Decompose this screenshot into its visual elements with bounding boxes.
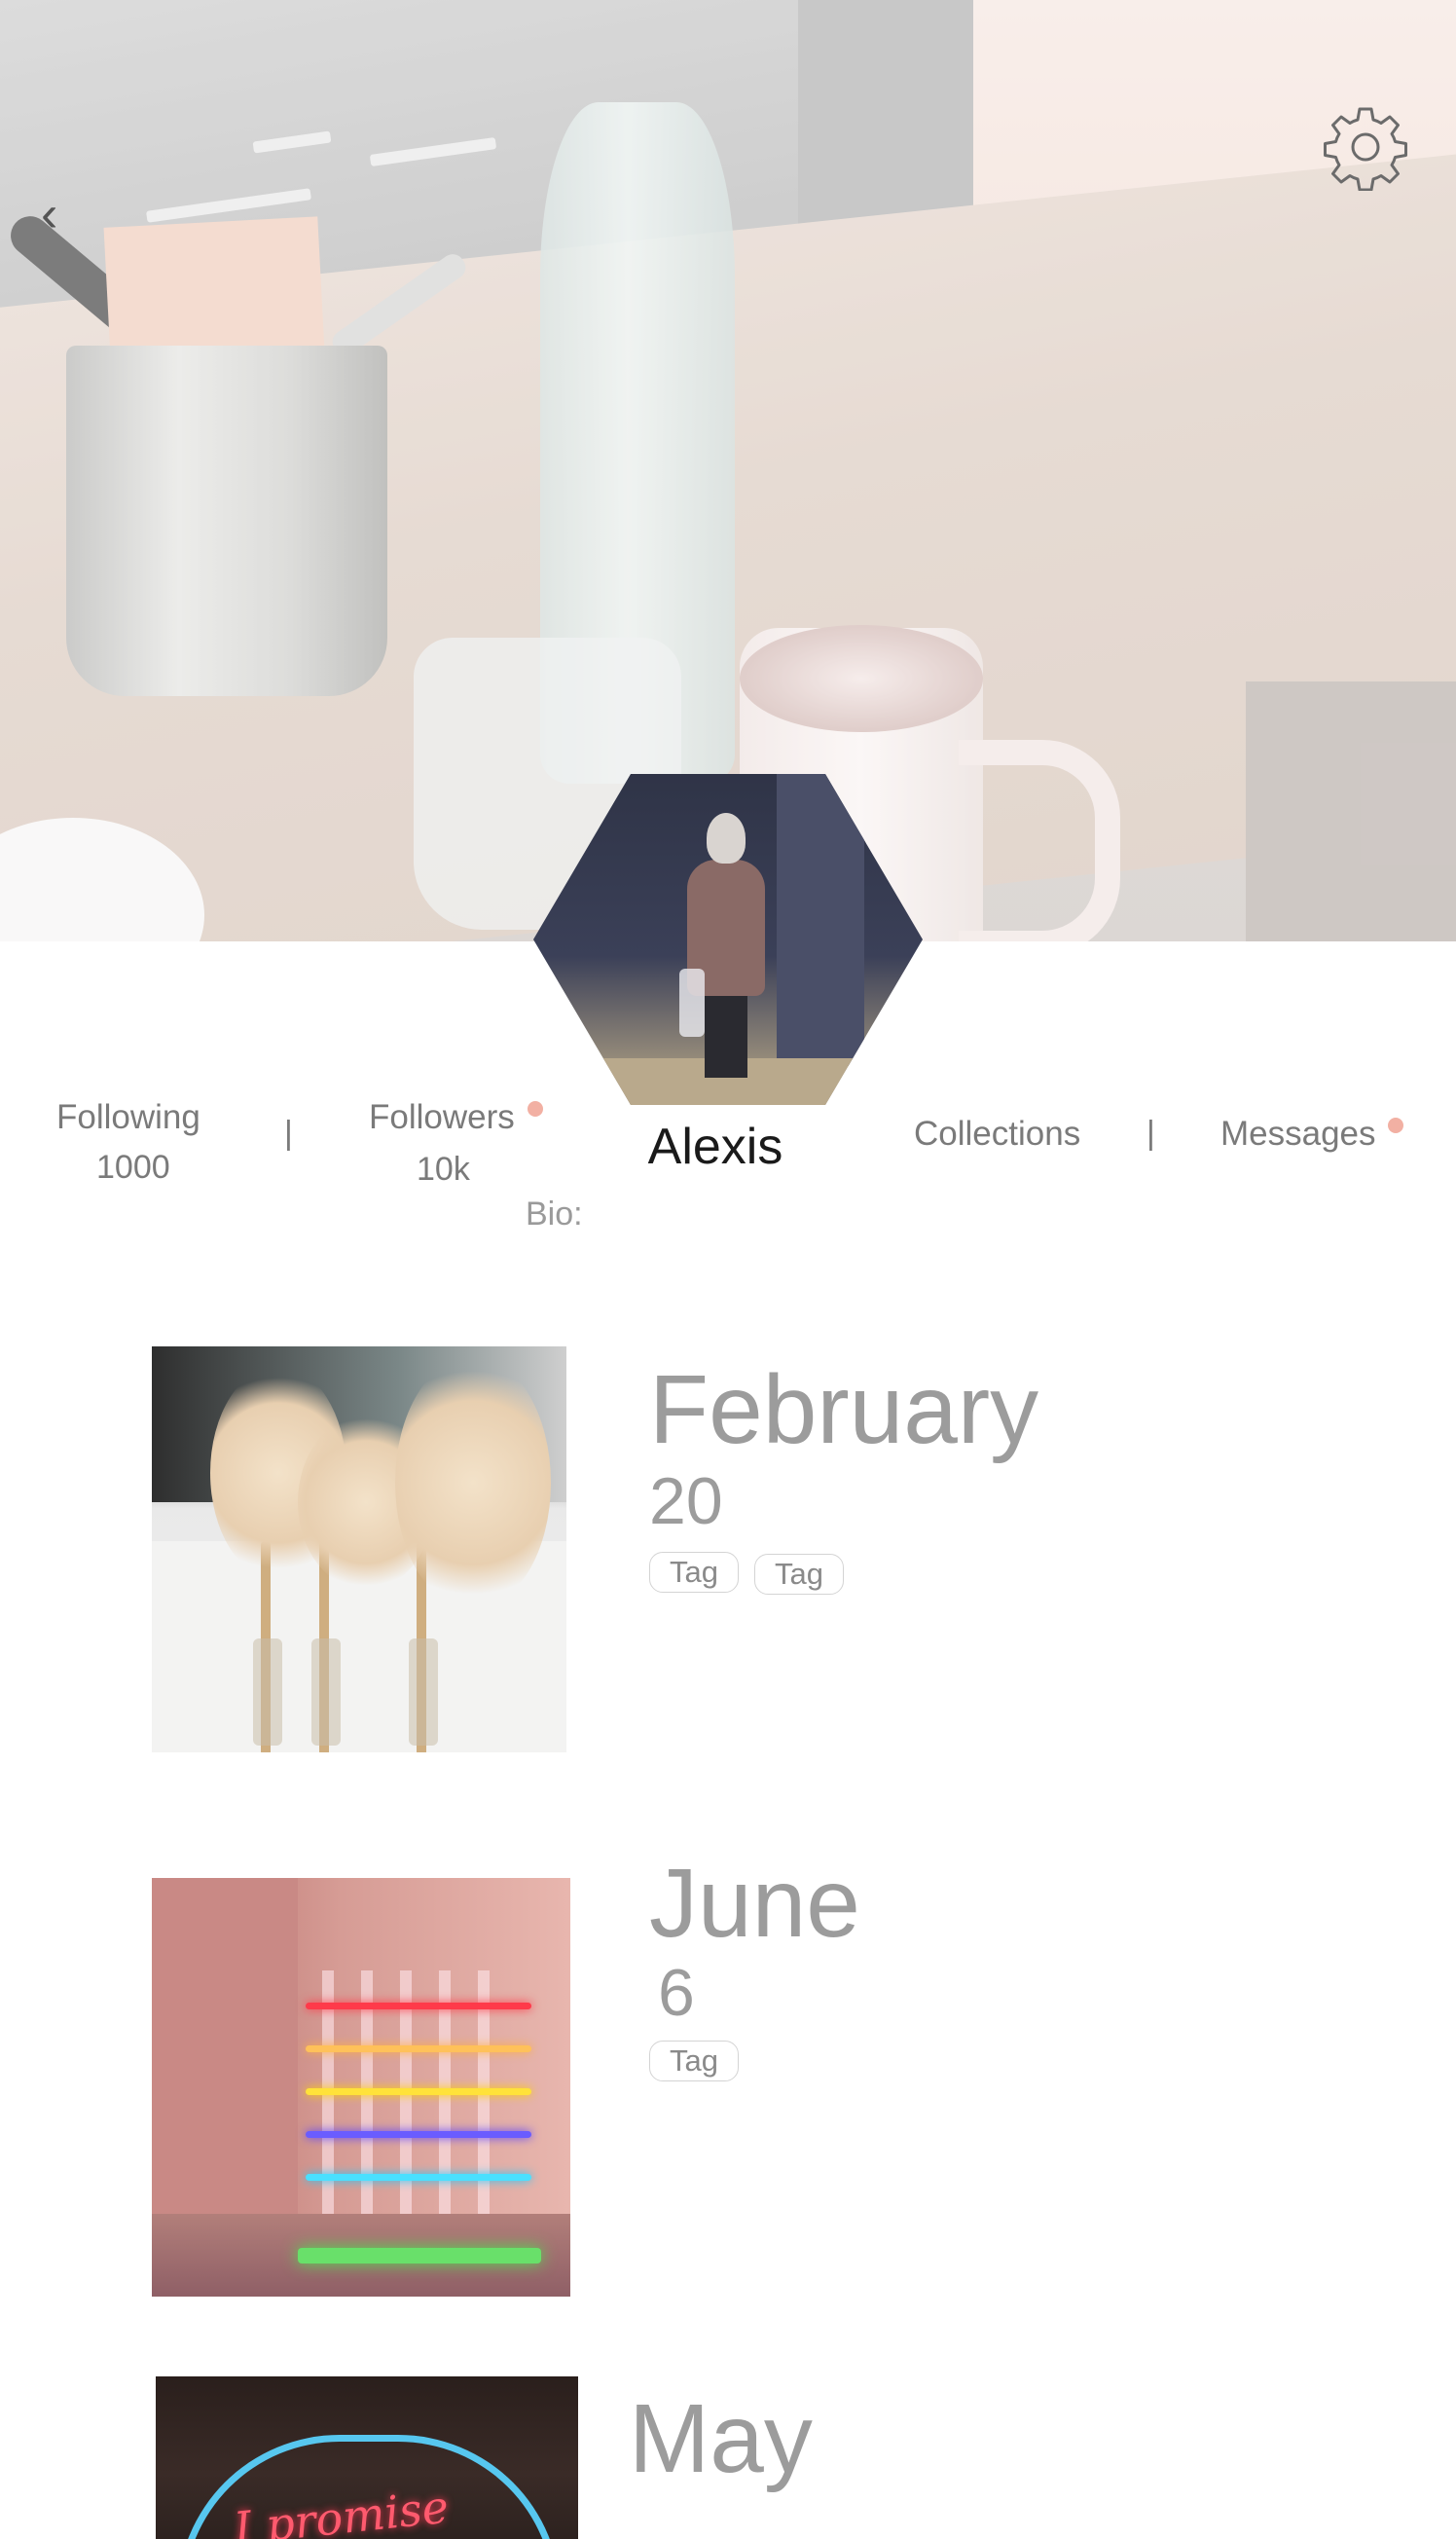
post-tag[interactable]: Tag xyxy=(649,2041,739,2081)
messages-label: Messages xyxy=(1220,1115,1376,1153)
messages-notification-dot xyxy=(1388,1118,1403,1133)
collections-link[interactable]: Collections xyxy=(914,1115,1080,1154)
followers-notification-dot xyxy=(528,1101,543,1117)
settings-button[interactable] xyxy=(1322,103,1409,192)
post-image-neon[interactable] xyxy=(152,1878,570,2297)
back-button[interactable]: ‹ xyxy=(41,185,80,243)
post-month: May xyxy=(629,2384,813,2493)
post-day: 6 xyxy=(658,1956,695,2030)
link-divider: | xyxy=(1147,1115,1155,1152)
profile-name: Alexis xyxy=(647,1119,783,1175)
post-tag[interactable]: Tag xyxy=(754,1554,844,1595)
gear-icon xyxy=(1324,107,1407,192)
post-month: February xyxy=(649,1355,1039,1464)
post-image-pampas[interactable] xyxy=(152,1346,566,1752)
followers-count: 10k xyxy=(417,1151,470,1188)
post-month: June xyxy=(649,1849,860,1958)
following-count: 1000 xyxy=(96,1149,170,1186)
post-image-neon-heart[interactable]: I promise xyxy=(156,2376,578,2539)
stat-divider: | xyxy=(284,1115,293,1152)
chevron-left-icon: ‹ xyxy=(41,186,58,242)
post-day: 20 xyxy=(649,1464,723,1538)
bio-label: Bio: xyxy=(526,1196,583,1233)
followers-label: Followers xyxy=(369,1098,515,1136)
following-label: Following xyxy=(56,1098,200,1136)
post-tag[interactable]: Tag xyxy=(649,1552,739,1593)
